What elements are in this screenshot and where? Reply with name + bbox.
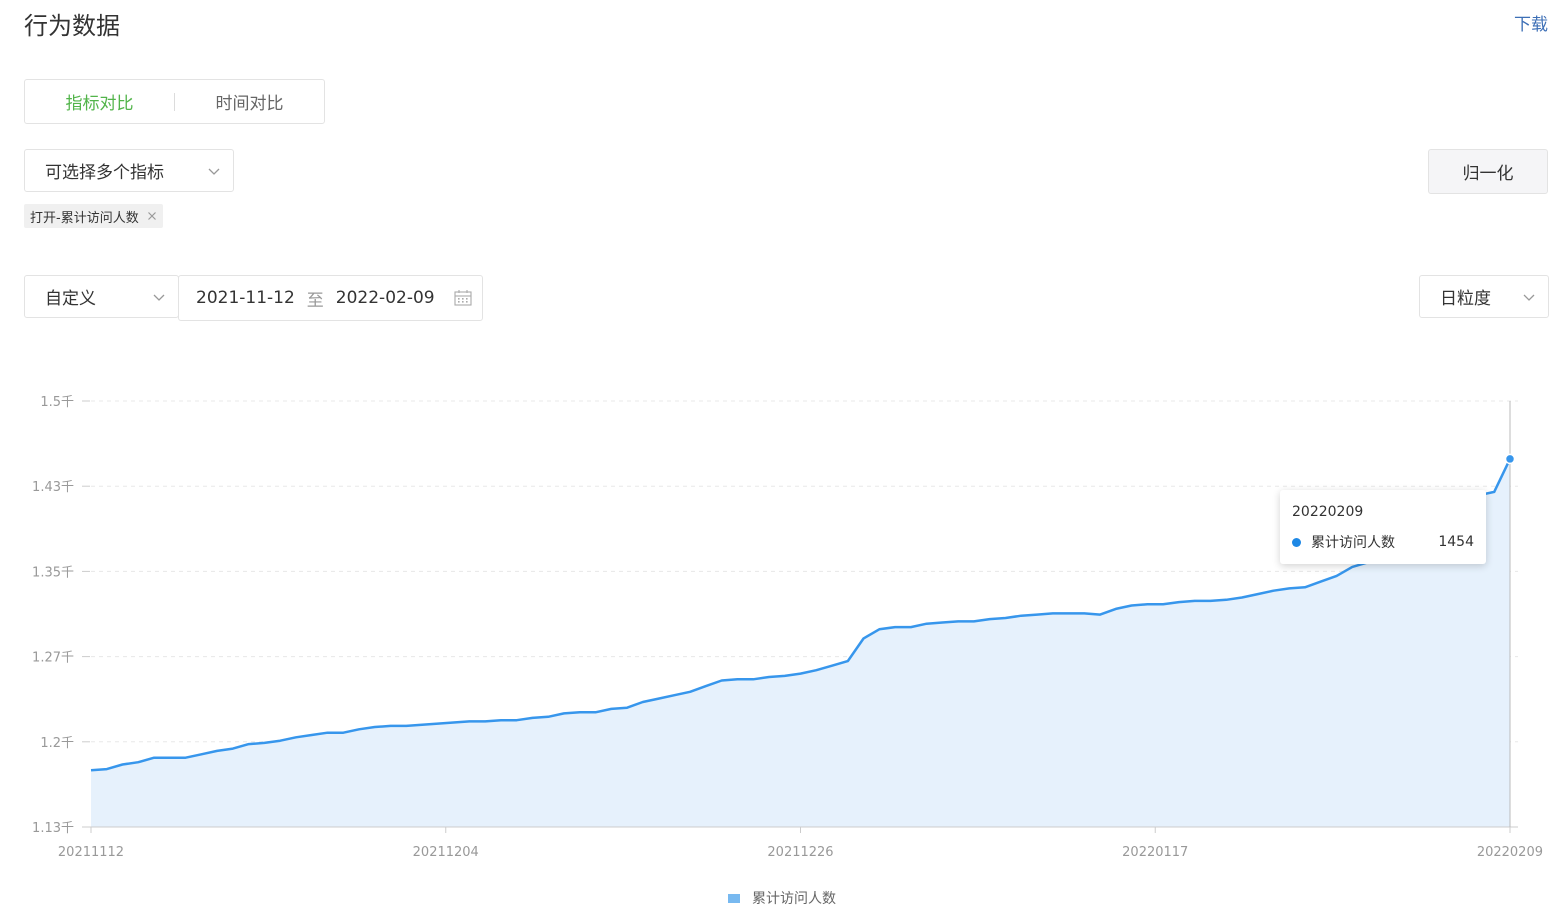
- compare-mode-tabs: 指标对比 时间对比: [24, 79, 325, 124]
- legend-label: 累计访问人数: [752, 891, 836, 907]
- tab-metric-compare[interactable]: 指标对比: [25, 89, 174, 114]
- y-tick-label: 1.13千: [32, 821, 74, 836]
- chevron-down-icon: [1523, 294, 1535, 301]
- granularity-label: 日粒度: [1440, 289, 1491, 309]
- x-tick-label: 20211226: [767, 845, 833, 860]
- y-tick-label: 1.27千: [32, 651, 74, 666]
- close-icon[interactable]: [145, 209, 159, 223]
- granularity-select[interactable]: 日粒度: [1419, 275, 1549, 318]
- date-mode-select[interactable]: 自定义: [24, 275, 179, 318]
- selected-metric-tag: 打开-累计访问人数: [24, 204, 163, 228]
- chevron-down-icon: [153, 294, 165, 301]
- date-mode-label: 自定义: [45, 289, 96, 309]
- tab-time-compare[interactable]: 时间对比: [175, 89, 324, 114]
- tooltip-series-name: 累计访问人数: [1311, 535, 1395, 551]
- chevron-down-icon: [208, 168, 220, 175]
- hover-point: [1504, 453, 1516, 465]
- metric-select-label: 可选择多个指标: [45, 163, 164, 183]
- calendar-icon[interactable]: [453, 288, 473, 308]
- y-tick-label: 1.43千: [32, 480, 74, 495]
- date-range-picker[interactable]: 2021-11-12 至 2022-02-09: [178, 275, 483, 321]
- selected-metric-tag-label: 打开-累计访问人数: [30, 210, 139, 226]
- y-tick-label: 1.35千: [32, 565, 74, 580]
- chart-legend[interactable]: 累计访问人数: [728, 888, 836, 908]
- download-link[interactable]: 下载: [1514, 10, 1548, 35]
- tooltip-row: 累计访问人数 1454: [1292, 532, 1474, 552]
- series-dot-icon: [1292, 537, 1301, 547]
- x-tick-label: 20211204: [413, 845, 479, 860]
- tooltip-value: 1454: [1438, 534, 1474, 550]
- y-tick-label: 1.5千: [40, 395, 74, 410]
- x-tick-label: 20211112: [58, 845, 124, 860]
- y-tick-label: 1.2千: [40, 736, 74, 751]
- legend-swatch-icon: [728, 893, 740, 903]
- tooltip-date: 20220209: [1292, 504, 1364, 520]
- x-tick-label: 20220209: [1477, 845, 1543, 860]
- chart-tooltip: 20220209 累计访问人数 1454: [1280, 490, 1486, 564]
- normalize-button[interactable]: 归一化: [1428, 149, 1548, 194]
- date-end[interactable]: 2022-02-09: [336, 288, 435, 308]
- metric-select[interactable]: 可选择多个指标: [24, 149, 234, 192]
- date-start[interactable]: 2021-11-12: [196, 288, 295, 308]
- x-tick-label: 20220117: [1122, 845, 1188, 860]
- trend-chart: 1.13千 1.2千 1.27千 1.35千 1.43千 1.5千 20211112 2021…: [32, 395, 1543, 860]
- date-range-separator: 至: [306, 290, 324, 311]
- page-title: 行为数据: [24, 12, 120, 40]
